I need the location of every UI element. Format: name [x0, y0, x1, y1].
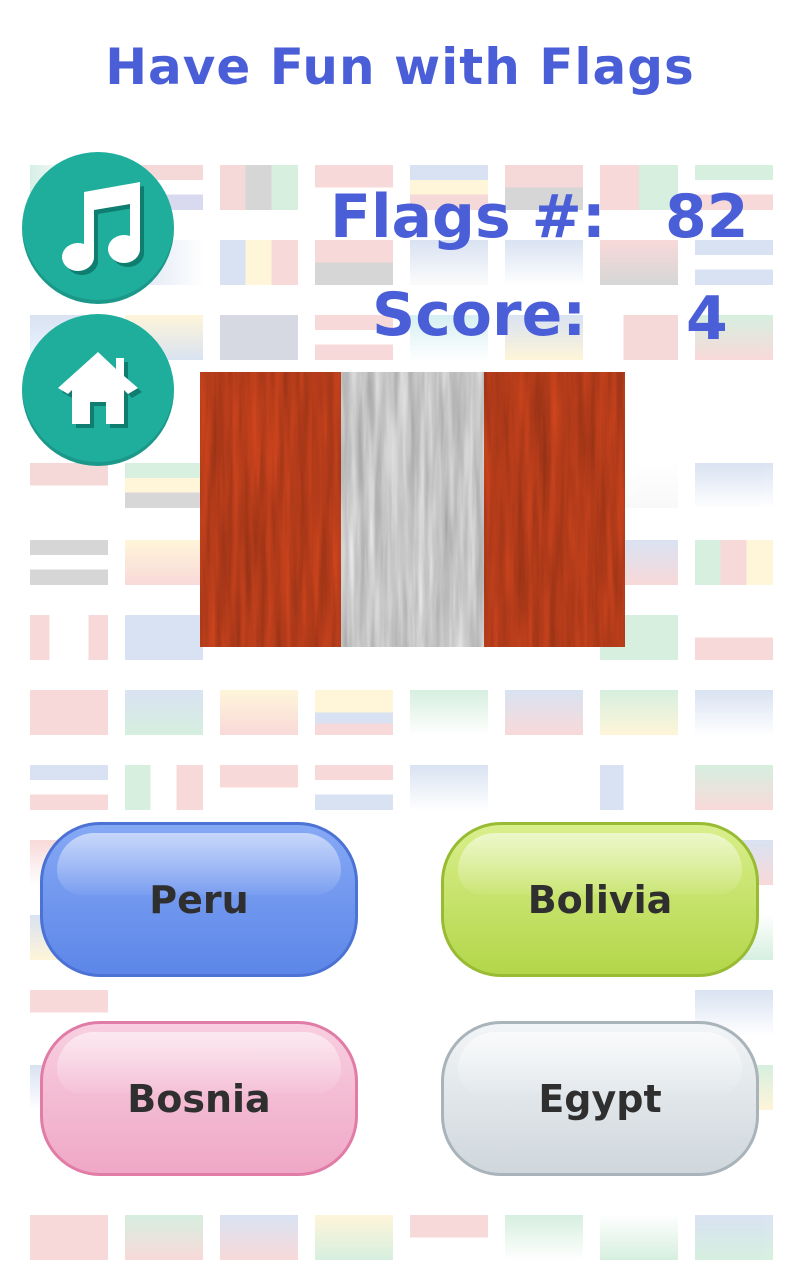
flags-count-label: Flags #: — [330, 182, 606, 252]
flags-count-value: 82 — [665, 182, 749, 252]
score-value: 4 — [686, 284, 728, 354]
answer-label: Bolivia — [527, 877, 673, 922]
home-icon — [58, 352, 142, 428]
music-note-icon — [62, 182, 145, 275]
answer-button-bolivia[interactable]: Bolivia — [441, 822, 759, 977]
score-label: Score: — [372, 280, 587, 350]
music-toggle-button[interactable] — [22, 152, 174, 304]
answer-button-egypt[interactable]: Egypt — [441, 1021, 759, 1176]
answer-button-peru[interactable]: Peru — [40, 822, 358, 977]
home-button[interactable] — [22, 314, 174, 466]
page-title: Have Fun with Flags — [105, 38, 695, 96]
answer-label: Bosnia — [127, 1076, 271, 1121]
answer-button-bosnia[interactable]: Bosnia — [40, 1021, 358, 1176]
quiz-flag-image — [200, 372, 625, 647]
answer-label: Egypt — [538, 1076, 662, 1121]
answer-label: Peru — [149, 877, 249, 922]
